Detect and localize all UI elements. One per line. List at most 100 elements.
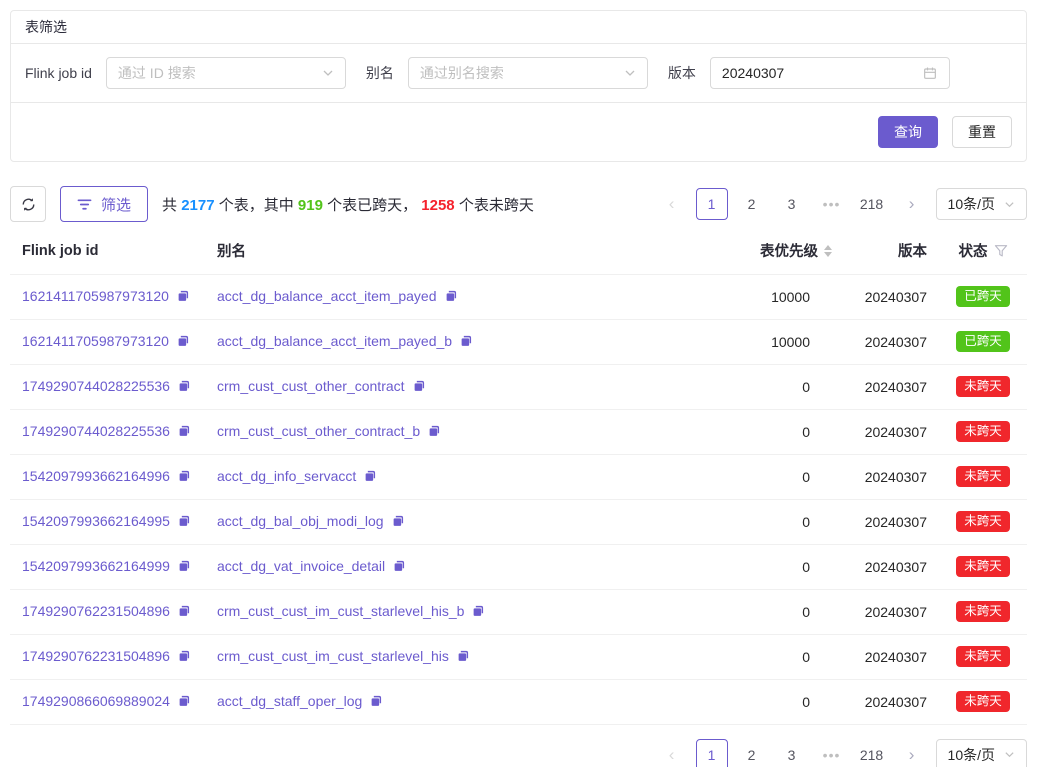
status-badge: 未跨天 [956,511,1010,533]
copy-icon[interactable] [391,515,405,531]
alias-link[interactable]: crm_cust_cust_im_cust_starlevel_his [217,648,449,664]
cell-status: 未跨天 [939,499,1027,544]
copy-icon[interactable] [459,335,473,351]
job-id-link[interactable]: 1542097993662164996 [22,468,170,484]
cell-alias: acct_dg_balance_acct_item_payed_b [205,319,684,364]
copy-icon[interactable] [176,290,190,306]
cell-priority: 10000 [684,319,844,364]
job-id-link[interactable]: 1749290744028225536 [22,423,170,439]
pagination-next-button[interactable]: › [896,739,928,767]
crossed-count: 919 [298,197,323,214]
cell-version: 20240307 [844,319,939,364]
alias-link[interactable]: acct_dg_balance_acct_item_payed [217,288,437,304]
alias-link[interactable]: acct_dg_staff_oper_log [217,693,362,709]
copy-icon[interactable] [412,380,426,396]
filter-toggle-button[interactable]: 筛选 [60,186,148,222]
alias-link[interactable]: acct_dg_balance_acct_item_payed_b [217,333,452,349]
page-size-select[interactable]: 10条/页 [936,739,1027,767]
cell-alias: acct_dg_staff_oper_log [205,679,684,724]
job-id-placeholder: 通过 ID 搜索 [118,63,322,83]
job-id-link[interactable]: 1621411705987973120 [22,333,169,349]
cell-version: 20240307 [844,634,939,679]
cell-job-id: 1542097993662164996 [10,454,205,499]
cell-version: 20240307 [844,544,939,589]
table-row: 1749290762231504896 crm_cust_cust_im_cus… [10,589,1027,634]
status-badge: 已跨天 [956,331,1010,353]
table-row: 1749290744028225536 crm_cust_cust_other_… [10,364,1027,409]
pagination-page-218[interactable]: 218 [856,739,888,767]
version-date-input[interactable]: 20240307 [710,57,950,89]
pagination-page-1[interactable]: 1 [696,188,728,220]
sync-icon [20,196,37,213]
copy-icon[interactable] [369,695,383,711]
funnel-icon[interactable] [994,244,1008,258]
reset-button[interactable]: 重置 [952,116,1012,148]
job-id-link[interactable]: 1749290744028225536 [22,378,170,394]
pagination-page-3[interactable]: 3 [776,188,808,220]
cell-priority: 0 [684,679,844,724]
pagination-page-2[interactable]: 2 [736,739,768,767]
chevron-down-icon [322,67,334,79]
cell-priority: 0 [684,454,844,499]
copy-icon[interactable] [444,290,458,306]
sort-carets-icon[interactable] [824,245,832,257]
alias-link[interactable]: acct_dg_bal_obj_modi_log [217,513,384,529]
pagination-page-1[interactable]: 1 [696,739,728,767]
cell-status: 未跨天 [939,589,1027,634]
job-id-link[interactable]: 1621411705987973120 [22,288,169,304]
pagination-page-2[interactable]: 2 [736,188,768,220]
job-id-link[interactable]: 1542097993662164999 [22,558,170,574]
job-id-link[interactable]: 1749290762231504896 [22,603,170,619]
cell-job-id: 1749290762231504896 [10,634,205,679]
table-body: 1621411705987973120 acct_dg_balance_acct… [10,274,1027,724]
alias-link[interactable]: crm_cust_cust_other_contract [217,378,405,394]
copy-icon[interactable] [176,335,190,351]
copy-icon[interactable] [177,650,191,666]
filter-toggle-label: 筛选 [101,194,131,215]
cell-status: 未跨天 [939,679,1027,724]
copy-icon[interactable] [363,470,377,486]
copy-icon[interactable] [177,560,191,576]
tables-table: Flink job id 别名 表优先级 版本 状态 [10,228,1027,725]
job-id-select[interactable]: 通过 ID 搜索 [106,57,346,89]
col-header-job-id: Flink job id [10,228,205,274]
table-row: 1749290744028225536 crm_cust_cust_other_… [10,409,1027,454]
pagination-prev-button[interactable]: ‹ [656,739,688,767]
alias-select[interactable]: 通过别名搜索 [408,57,648,89]
copy-icon[interactable] [177,695,191,711]
copy-icon[interactable] [177,605,191,621]
page-size-value: 10条/页 [948,745,995,765]
refresh-button[interactable] [10,186,46,222]
page-size-select[interactable]: 10条/页 [936,188,1027,220]
summary-segment: 个表已跨天， [323,197,421,214]
alias-link[interactable]: acct_dg_vat_invoice_detail [217,558,385,574]
col-header-priority[interactable]: 表优先级 [684,228,844,274]
cell-priority: 0 [684,364,844,409]
copy-icon[interactable] [471,605,485,621]
copy-icon[interactable] [177,470,191,486]
copy-icon[interactable] [177,425,191,441]
pagination-page-218[interactable]: 218 [856,188,888,220]
alias-link[interactable]: crm_cust_cust_im_cust_starlevel_his_b [217,603,464,619]
cell-version: 20240307 [844,454,939,499]
cell-status: 未跨天 [939,454,1027,499]
copy-icon[interactable] [392,560,406,576]
pagination-page-3[interactable]: 3 [776,739,808,767]
pagination-ellipsis: ••• [816,739,848,767]
status-badge: 未跨天 [956,466,1010,488]
copy-icon[interactable] [177,515,191,531]
status-badge: 未跨天 [956,646,1010,668]
pagination-prev-button[interactable]: ‹ [656,188,688,220]
copy-icon[interactable] [427,425,441,441]
copy-icon[interactable] [456,650,470,666]
alias-link[interactable]: crm_cust_cust_other_contract_b [217,423,420,439]
copy-icon[interactable] [177,380,191,396]
pagination-next-button[interactable]: › [896,188,928,220]
alias-link[interactable]: acct_dg_info_servacct [217,468,356,484]
job-id-link[interactable]: 1749290866069889024 [22,693,170,709]
job-id-link[interactable]: 1542097993662164995 [22,513,170,529]
chevron-down-icon [624,67,636,79]
cell-status: 未跨天 [939,364,1027,409]
job-id-link[interactable]: 1749290762231504896 [22,648,170,664]
query-button[interactable]: 查询 [878,116,938,148]
